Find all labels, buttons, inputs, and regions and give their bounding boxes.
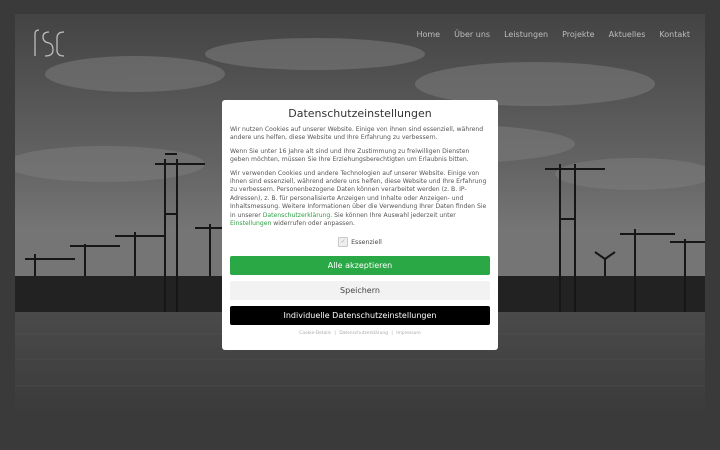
cookie-details-link[interactable]: Cookie-Details — [299, 331, 331, 336]
main-nav: Home Über uns Leistungen Projekte Aktuel… — [416, 30, 690, 39]
privacy-policy-link[interactable]: Datenschutzerklärung — [263, 212, 331, 219]
essential-checkbox[interactable]: ✓ — [338, 237, 349, 248]
imprint-link[interactable]: Impressum — [396, 331, 420, 336]
nav-item-contact[interactable]: Kontakt — [659, 30, 690, 39]
dialog-footer-links: Cookie-Details | Datenschutzerklärung | … — [230, 331, 490, 336]
nav-item-news[interactable]: Aktuelles — [609, 30, 646, 39]
accept-all-button[interactable]: Alle akzeptieren — [230, 256, 490, 276]
age-notice-paragraph: Wenn Sie unter 16 Jahre alt sind und Ihr… — [230, 147, 470, 164]
nav-item-projects[interactable]: Projekte — [562, 30, 595, 39]
footer-separator: | — [334, 331, 336, 337]
intro-paragraph: Wir nutzen Cookies auf unserer Website. … — [230, 126, 484, 142]
details-text-c: widerrufen oder anpassen. — [273, 220, 355, 228]
footer-separator: | — [391, 331, 393, 337]
nav-item-about[interactable]: Über uns — [454, 30, 490, 39]
individual-settings-button[interactable]: Individuelle Datenschutzeinstellungen — [230, 306, 490, 326]
details-text-b: . Sie können Ihre Auswahl jederzeit unte… — [330, 211, 456, 219]
settings-link[interactable]: Einstellungen — [230, 220, 271, 227]
essential-label: Essenziell — [351, 238, 382, 246]
essential-checkbox-row: ✓ Essenziell — [230, 237, 490, 248]
footer-privacy-link[interactable]: Datenschutzerklärung — [339, 331, 388, 336]
nav-item-home[interactable]: Home — [416, 30, 440, 39]
save-button[interactable]: Speichern — [230, 281, 490, 301]
dialog-title: Datenschutzeinstellungen — [288, 107, 432, 120]
nav-item-services[interactable]: Leistungen — [504, 30, 548, 39]
privacy-consent-dialog: Datenschutzeinstellungen Wir nutzen Cook… — [222, 100, 498, 350]
details-paragraph: Wir verwenden Cookies und andere Technol… — [230, 170, 490, 229]
site-logo[interactable]: rsci — [33, 28, 67, 58]
